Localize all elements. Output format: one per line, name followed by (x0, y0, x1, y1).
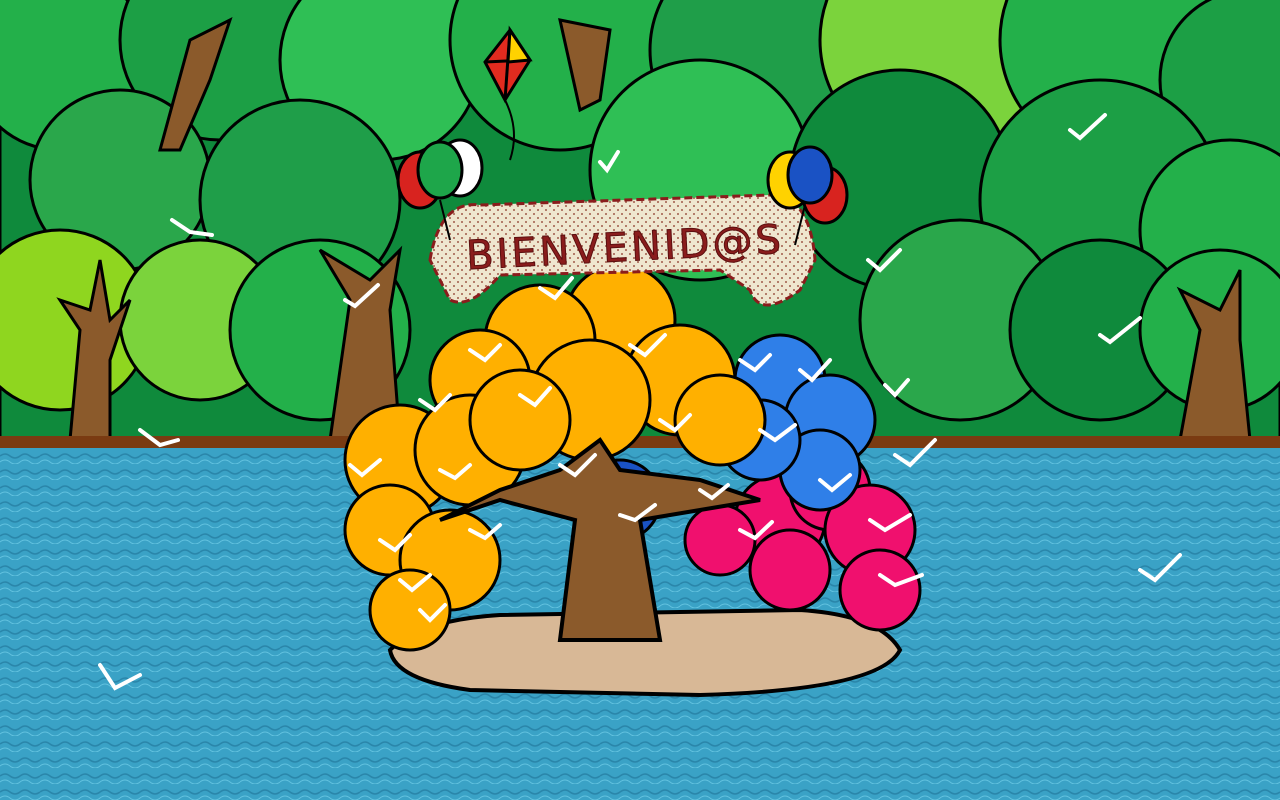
scene-canvas (0, 0, 1280, 800)
riverbank (0, 436, 1280, 448)
welcome-scene: BIENVENID@S (0, 0, 1280, 800)
